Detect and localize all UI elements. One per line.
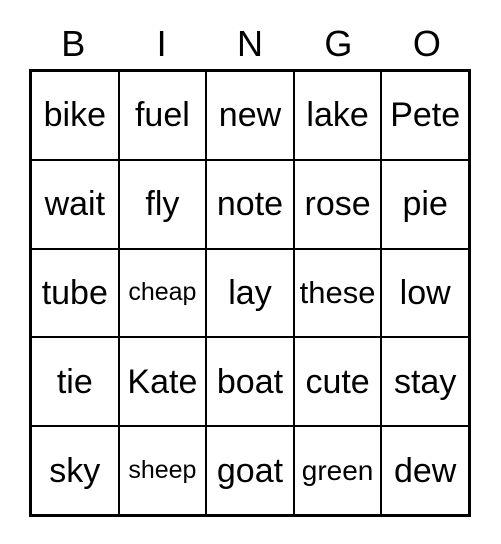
bingo-cell[interactable]: note xyxy=(207,160,295,248)
bingo-row: wait fly note rose pie xyxy=(32,160,468,250)
bingo-cell-label: Kate xyxy=(127,362,198,401)
bingo-cell[interactable]: wait xyxy=(32,160,120,248)
bingo-header-letter-o: O xyxy=(412,23,441,64)
bingo-cell[interactable]: cheap xyxy=(119,249,208,337)
bingo-cell-label: lay xyxy=(228,273,272,312)
bingo-cell[interactable]: Kate xyxy=(119,338,208,426)
bingo-cell-label: fuel xyxy=(134,96,190,135)
bingo-cell[interactable]: bike xyxy=(32,72,120,159)
bingo-header-letter-n: N xyxy=(237,23,264,64)
bingo-cell-label: boat xyxy=(216,362,284,401)
bingo-row: tube cheap lay these low xyxy=(32,249,468,339)
bingo-header-row: B I N G O xyxy=(29,20,471,68)
bingo-cell-label: pie xyxy=(402,185,448,224)
bingo-cell-label: wait xyxy=(44,185,106,224)
bingo-header-letter-g: G xyxy=(324,23,353,64)
bingo-cell-label: goat xyxy=(216,451,284,490)
bingo-cell[interactable]: sky xyxy=(32,427,120,514)
bingo-cell[interactable]: lake xyxy=(294,72,383,159)
bingo-cell-label: lake xyxy=(306,96,369,135)
bingo-cell[interactable]: stay xyxy=(382,338,468,426)
bingo-header-letter-b: B xyxy=(61,23,86,64)
bingo-cell[interactable]: these xyxy=(294,249,383,337)
bingo-cell-label: tie xyxy=(56,362,93,401)
bingo-cell[interactable]: tube xyxy=(32,249,120,337)
bingo-row: bike fuel new lake Pete xyxy=(32,72,468,161)
bingo-cell-label: stay xyxy=(393,362,457,401)
bingo-cell-label: new xyxy=(218,96,282,135)
bingo-row: sky sheep goat green dew xyxy=(32,427,468,514)
bingo-cell-label: low xyxy=(399,273,451,312)
bingo-cell[interactable]: fuel xyxy=(119,72,208,159)
bingo-cell-label: tube xyxy=(41,273,108,312)
bingo-cell-label: dew xyxy=(393,451,457,490)
bingo-cell[interactable]: boat xyxy=(207,338,295,426)
bingo-cell[interactable]: Pete xyxy=(382,72,468,159)
bingo-cell-label: bike xyxy=(43,96,106,135)
bingo-cell[interactable]: green xyxy=(294,427,383,514)
bingo-cell[interactable]: new xyxy=(207,72,295,159)
bingo-cell-label: green xyxy=(301,454,374,486)
bingo-cell[interactable]: pie xyxy=(382,160,468,248)
bingo-row: tie Kate boat cute stay xyxy=(32,338,468,428)
bingo-cell-label: sky xyxy=(49,451,101,490)
bingo-cell-label: these xyxy=(299,275,376,311)
bingo-grid: bike fuel new lake Pete wait fly note ro… xyxy=(29,69,471,517)
bingo-cell-label: cute xyxy=(305,362,370,401)
bingo-cell-label: Pete xyxy=(390,96,461,135)
bingo-cell[interactable]: fly xyxy=(119,160,208,248)
bingo-cell[interactable]: rose xyxy=(294,160,383,248)
bingo-cell-label: sheep xyxy=(128,456,197,485)
bingo-cell[interactable]: tie xyxy=(32,338,120,426)
bingo-cell[interactable]: dew xyxy=(382,427,468,514)
bingo-card: B I N G O bike fuel new lake Pete wait f… xyxy=(0,0,501,544)
bingo-cell-label: note xyxy=(216,185,284,224)
bingo-cell-label: cheap xyxy=(128,278,197,307)
bingo-cell[interactable]: cute xyxy=(294,338,383,426)
bingo-cell-label: rose xyxy=(304,185,371,224)
bingo-header-letter-i: I xyxy=(156,23,167,64)
bingo-cell[interactable]: sheep xyxy=(119,427,208,514)
bingo-cell[interactable]: lay xyxy=(207,249,295,337)
bingo-cell-label: fly xyxy=(145,185,180,224)
bingo-cell[interactable]: low xyxy=(382,249,468,337)
bingo-cell[interactable]: goat xyxy=(207,427,295,514)
